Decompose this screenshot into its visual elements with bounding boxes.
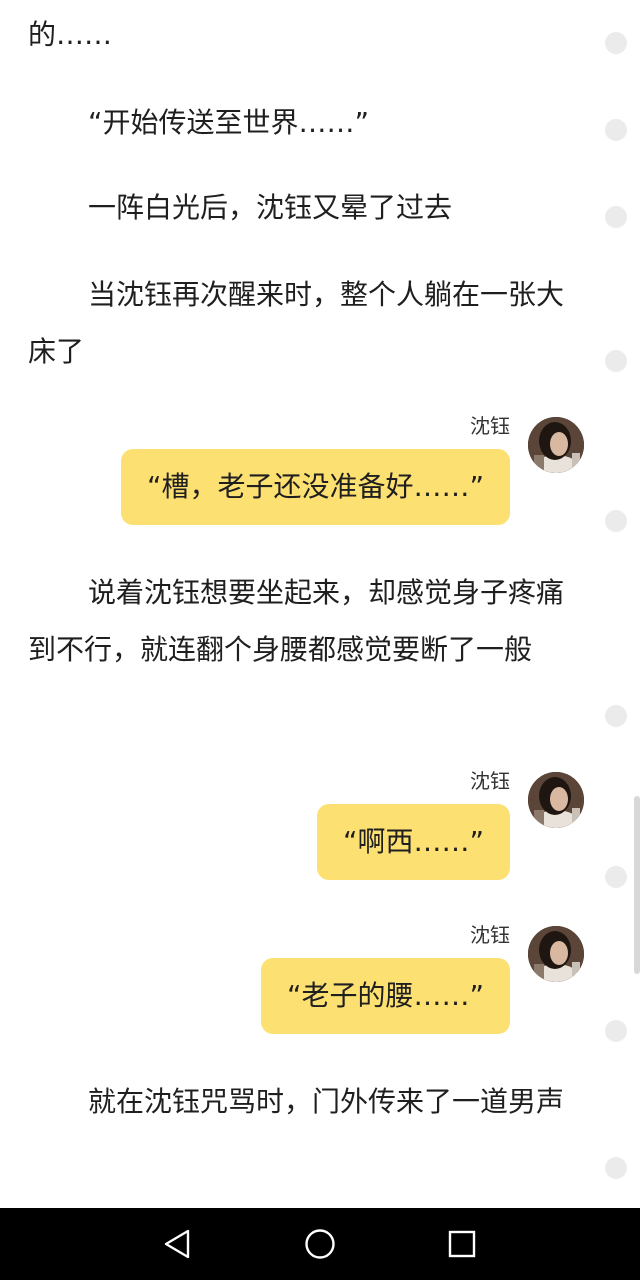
paragraph-comment-dot[interactable] [605, 866, 627, 888]
avatar[interactable] [528, 926, 584, 982]
story-paragraph: 当沈钰再次醒来时，整个人躺在一张大床了 [28, 278, 565, 368]
paragraph-comment-dot[interactable] [605, 206, 627, 228]
navigation-bar [0, 1208, 640, 1280]
story-paragraph: 的…… [28, 18, 113, 51]
paragraph-comment-dot[interactable] [605, 1157, 627, 1179]
story-paragraph: 说着沈钰想要坐起来，却感觉身子疼痛到不行，就连翻个身腰都感觉要断了一般 [28, 576, 565, 666]
dialogue-bubble: “老子的腰……” [260, 958, 510, 1034]
speaker-name: 沈钰 [470, 769, 510, 793]
speaker-name: 沈钰 [470, 923, 510, 947]
reader-page: 的…… “开始传送至世界……” 一阵白光后，沈钰又晕了过去 当沈钰再次醒来时，整… [0, 0, 640, 1280]
paragraph-comment-dot[interactable] [605, 510, 627, 532]
recents-icon[interactable] [444, 1226, 480, 1262]
paragraph-comment-dot[interactable] [605, 350, 627, 372]
paragraph-comment-dot[interactable] [605, 32, 627, 54]
dialogue-bubble: “槽，老子还没准备好……” [120, 449, 510, 525]
paragraph-comment-dot[interactable] [605, 1020, 627, 1042]
avatar[interactable] [528, 417, 584, 473]
story-paragraph: 一阵白光后，沈钰又晕了过去 [88, 191, 453, 224]
story-paragraph: “开始传送至世界……” [88, 106, 370, 139]
back-icon[interactable] [160, 1226, 196, 1262]
paragraph-comment-dot[interactable] [605, 119, 627, 141]
paragraph-comment-dot[interactable] [605, 705, 627, 727]
home-icon[interactable] [302, 1226, 338, 1262]
dialogue-bubble: “啊西……” [316, 804, 510, 880]
story-paragraph: 就在沈钰咒骂时，门外传来了一道男声 [88, 1085, 565, 1118]
speaker-name: 沈钰 [470, 414, 510, 438]
avatar[interactable] [528, 772, 584, 828]
scrollbar[interactable] [634, 796, 640, 974]
